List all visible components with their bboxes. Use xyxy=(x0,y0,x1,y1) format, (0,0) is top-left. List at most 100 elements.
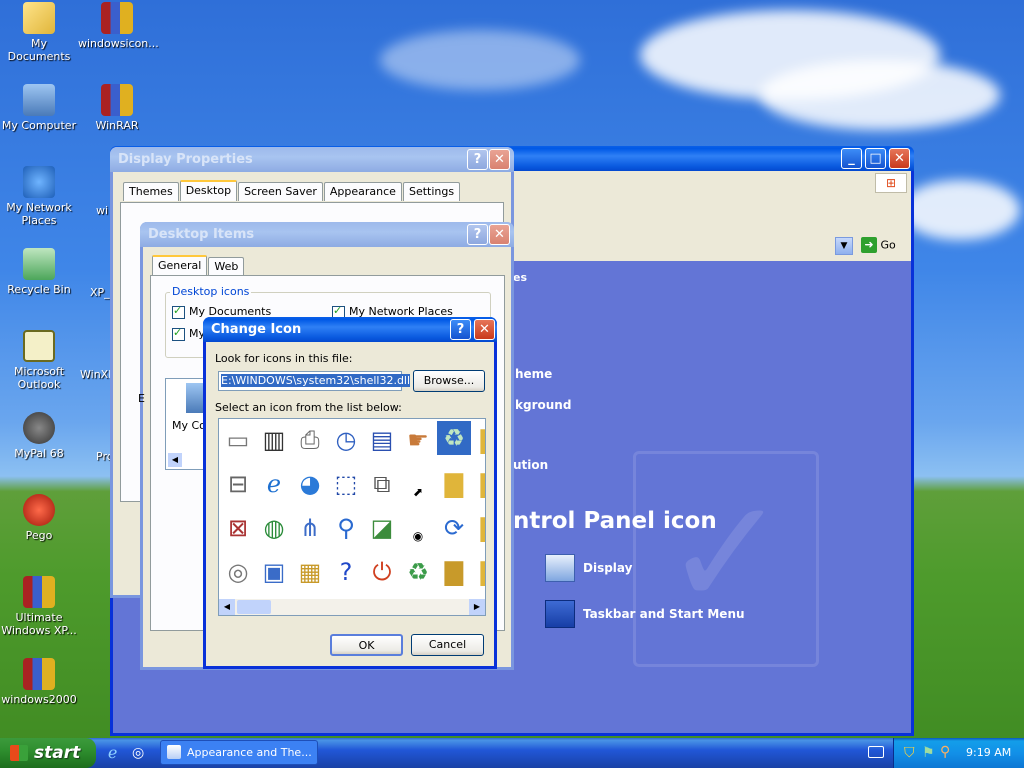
cancel-button[interactable]: Cancel xyxy=(411,634,484,656)
browse-button[interactable]: Browse... xyxy=(413,370,485,392)
desktop-icon-microsoft-outlook[interactable]: Microsoft Outlook xyxy=(0,330,78,391)
network-icon[interactable]: ⋔ xyxy=(293,511,327,545)
cp-link-taskbar[interactable]: Taskbar and Start Menu xyxy=(545,599,745,629)
close-button[interactable]: ✕ xyxy=(489,149,510,170)
cd-drive-icon[interactable]: ◎ xyxy=(221,555,255,589)
desktop-icon-mypal[interactable]: MyPal 68 xyxy=(0,412,78,460)
network-drive-icon[interactable]: ⊟ xyxy=(221,467,255,501)
desktop-icon-my-computer[interactable]: My Computer xyxy=(0,84,78,132)
scroll-left-icon[interactable]: ◀ xyxy=(168,453,182,467)
security-shield-icon[interactable]: ⛉ xyxy=(904,745,915,761)
maximize-button[interactable]: □ xyxy=(865,148,886,169)
help-button[interactable]: ? xyxy=(467,224,488,245)
recycle-bin-full-icon[interactable]: ♻ xyxy=(401,555,435,589)
quick-launch-app-icon[interactable]: ◎ xyxy=(132,744,150,762)
recycle-bin-icon xyxy=(23,248,55,280)
recycle-bin-icon[interactable]: ♻ xyxy=(437,421,471,455)
folder-icon[interactable]: ▇ xyxy=(473,467,485,501)
tab-desktop[interactable]: Desktop xyxy=(179,180,238,201)
desktop-icon-my-network-places[interactable]: My Network Places xyxy=(0,166,78,227)
partial-desktop-label: XP_ xyxy=(90,286,110,299)
start-button[interactable]: start xyxy=(0,738,96,768)
display-icon xyxy=(545,554,575,582)
control-panel-icon[interactable]: ▦ xyxy=(293,555,327,589)
desktop-icon-recycle-bin[interactable]: Recycle Bin xyxy=(0,248,78,296)
camera-icon[interactable]: ◉ xyxy=(401,519,435,553)
winrar-archive-icon xyxy=(101,2,133,34)
help-icon[interactable]: ? xyxy=(329,555,363,589)
change-icon-titlebar[interactable]: Change Icon ? ✕ xyxy=(203,317,497,342)
tab-web[interactable]: Web xyxy=(208,257,245,276)
network-places-icon xyxy=(23,166,55,198)
tab-themes[interactable]: Themes xyxy=(123,182,179,201)
printer-icon[interactable]: ⎙ xyxy=(293,423,327,457)
cp-heading-fragment: es xyxy=(513,271,528,284)
address-dropdown-icon[interactable]: ▼ xyxy=(835,237,853,255)
close-button[interactable]: ✕ xyxy=(474,319,495,340)
memory-chip-icon[interactable]: ▥ xyxy=(257,423,291,457)
quick-launch-ie-icon[interactable]: ℯ xyxy=(108,744,126,762)
help-button[interactable]: ? xyxy=(450,319,471,340)
folder-icon xyxy=(23,2,55,34)
folder-tools-icon[interactable]: ▇ xyxy=(437,555,471,589)
file-path-input[interactable]: E:\WINDOWS\system32\shell32.dll xyxy=(218,371,411,391)
task-button-appearance[interactable]: Appearance and The... xyxy=(160,740,318,765)
desktop-icon-pego[interactable]: Pego xyxy=(0,494,78,542)
tab-settings[interactable]: Settings xyxy=(402,182,461,201)
scroll-right-icon[interactable]: ▶ xyxy=(469,599,485,615)
folder-icon[interactable]: ▇ xyxy=(473,511,485,545)
tab-general[interactable]: General xyxy=(152,255,208,276)
desktop-items-titlebar[interactable]: Desktop Items ? ✕ xyxy=(140,222,514,247)
winrar-archive-icon xyxy=(23,658,55,690)
folder-icon[interactable]: ▇ xyxy=(473,555,485,589)
change-icon-dialog: Change Icon ? ✕ Look for icons in this f… xyxy=(203,317,497,669)
tab-appearance[interactable]: Appearance xyxy=(323,182,402,201)
search-tray-icon[interactable]: ⚲ xyxy=(940,744,950,760)
desktop-icon-windows2000[interactable]: windows2000 xyxy=(0,658,78,706)
network-tray-icon[interactable]: ⚑ xyxy=(922,745,935,761)
run-icon[interactable]: ⟳ xyxy=(437,511,471,545)
disconnected-drive-icon[interactable]: ⊠ xyxy=(221,511,255,545)
computer-icon[interactable]: ▣ xyxy=(257,555,291,589)
windows-flag-icon xyxy=(10,745,28,761)
desktop-icon-ultimate-windows-xp[interactable]: Ultimate Windows XP... xyxy=(0,576,78,637)
checkbox-my[interactable]: My xyxy=(172,326,205,341)
keyboard-icon[interactable] xyxy=(868,746,884,758)
cp-link-display[interactable]: Display xyxy=(545,553,632,583)
tab-screen-saver[interactable]: Screen Saver xyxy=(238,182,323,201)
close-button[interactable]: ✕ xyxy=(489,224,510,245)
globe-icon[interactable]: ◍ xyxy=(257,511,291,545)
shutdown-icon[interactable]: ⏻ xyxy=(365,555,399,589)
desktop-icon-windowsicon[interactable]: windowsicon... xyxy=(78,2,159,50)
pego-icon xyxy=(23,494,55,526)
internet-explorer-icon[interactable]: ℯ xyxy=(257,467,291,501)
green-drive-icon[interactable]: ◪ xyxy=(365,511,399,545)
group-label: Desktop icons xyxy=(170,285,252,298)
cursor-window-icon[interactable]: ⬚ xyxy=(329,467,363,501)
window-icon[interactable]: ▤ xyxy=(365,423,399,457)
scroll-thumb[interactable] xyxy=(237,600,271,614)
desktop-icon-my-documents[interactable]: My Documents xyxy=(0,2,78,63)
help-button[interactable]: ? xyxy=(467,149,488,170)
shortcut-arrow-icon[interactable]: ⬈ xyxy=(401,475,435,509)
taskbar: start ℯ ◎ Appearance and The... ⛉ ⚑ ⚲ 9:… xyxy=(0,738,1024,768)
minimize-button[interactable]: _ xyxy=(841,148,862,169)
search-icon[interactable]: ⚲ xyxy=(329,511,363,545)
drive-icon[interactable]: ▭ xyxy=(221,423,255,457)
folder-settings-icon[interactable]: ▇ xyxy=(437,467,471,501)
shortcut-app-icon[interactable]: ⧉ xyxy=(365,467,399,501)
select-icon-label: Select an icon from the list below: xyxy=(215,401,402,414)
folder-icon[interactable]: ▇ xyxy=(473,423,485,457)
display-properties-titlebar[interactable]: Display Properties ? ✕ xyxy=(110,147,514,172)
icon-list[interactable]: ▭ ▥ ⎙ ◷ ▤ ☛ ♻ ▇ ⊟ ℯ ◕ ⬚ ⧉ ⬈ ▇ ▇ ⊠ ◍ ⋔ ⚲ … xyxy=(218,418,486,616)
ok-button[interactable]: OK xyxy=(330,634,403,656)
hand-icon[interactable]: ☛ xyxy=(401,423,435,457)
close-button[interactable]: ✕ xyxy=(889,148,910,169)
scroll-left-icon[interactable]: ◀ xyxy=(219,599,235,615)
go-button[interactable]: ➜ Go xyxy=(861,237,905,257)
clock-icon[interactable]: ◷ xyxy=(329,423,363,457)
icon-list-scrollbar[interactable]: ◀ ▶ xyxy=(219,599,485,615)
globe-computer-icon[interactable]: ◕ xyxy=(293,467,327,501)
cp-heading-fragment: heme xyxy=(515,367,553,381)
desktop-icon-winrar[interactable]: WinRAR xyxy=(78,84,156,132)
